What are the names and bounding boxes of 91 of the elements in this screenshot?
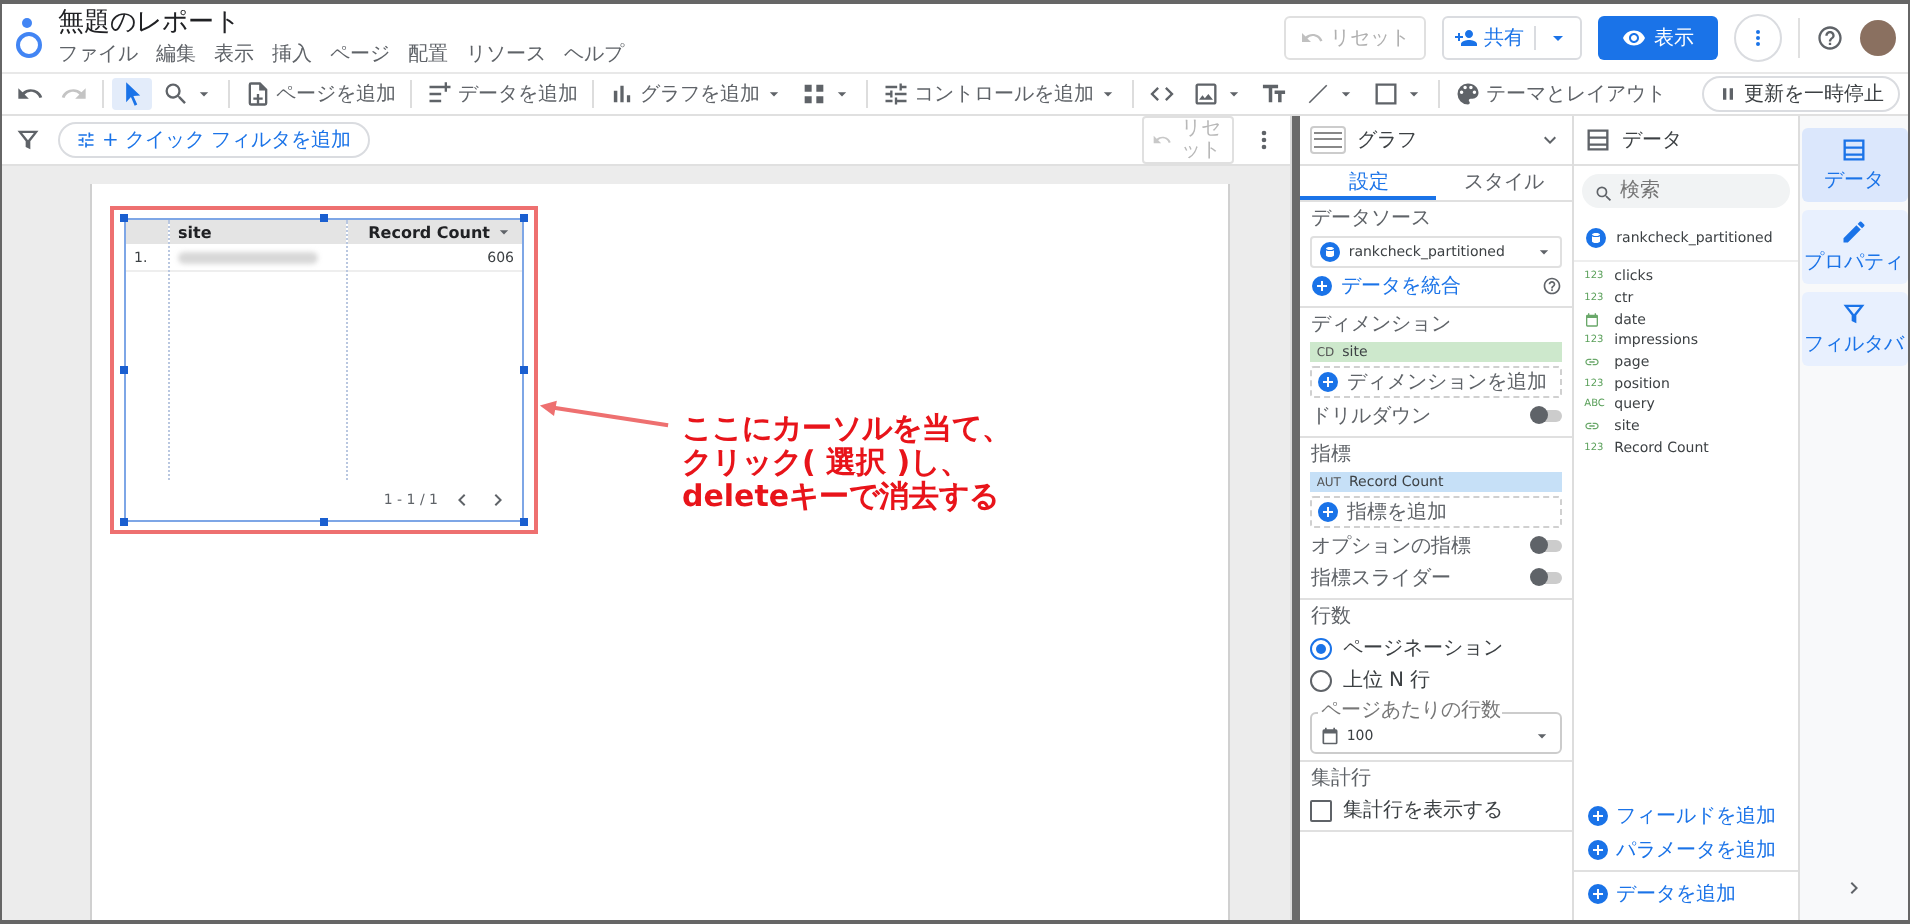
pause-icon <box>1718 84 1738 104</box>
toolbar-button[interactable]: グラフを追加 <box>602 78 790 110</box>
side-tab[interactable]: データ <box>1801 128 1908 202</box>
person-add-icon <box>1454 26 1478 50</box>
line-icon <box>1304 80 1332 108</box>
menu-item[interactable]: ページ <box>330 40 390 68</box>
page-plus-icon <box>244 80 272 108</box>
side-tab[interactable]: フィルタバ <box>1801 292 1908 366</box>
plus-icon <box>1586 804 1611 828</box>
radio-button[interactable] <box>1310 637 1333 659</box>
toggle-label: オプションの指標 <box>1310 533 1471 560</box>
annotation-text: ここにカーソルを当て、 クリック( 選択 )し、 deleteキーで消去する <box>682 412 1012 514</box>
database-icon <box>1584 226 1609 250</box>
menu-item[interactable]: ヘルプ <box>564 40 624 68</box>
calendar-icon <box>1584 311 1601 328</box>
pencil-icon <box>1840 218 1869 246</box>
search-field[interactable]: 検索 <box>1582 174 1791 208</box>
checkbox[interactable] <box>1310 799 1333 821</box>
menu-item[interactable]: ファイル <box>58 40 138 68</box>
section-label: 集計行 <box>1310 766 1373 792</box>
toggle-label: ドリルダウン <box>1310 404 1431 430</box>
plus-icon <box>1586 838 1611 862</box>
calendar-icon <box>1320 726 1341 746</box>
sliders-icon <box>882 80 910 108</box>
plus-icon <box>1310 274 1335 298</box>
view-button[interactable]: 表示 <box>1598 16 1718 60</box>
blend-data-button[interactable]: データを統合 <box>1310 272 1461 300</box>
link-icon <box>1584 418 1601 435</box>
section-label: データソース <box>1310 206 1433 232</box>
sliders-icon <box>76 130 96 150</box>
table-header-cell[interactable]: Record Count <box>348 220 522 244</box>
checkbox-label: 集計行を表示する <box>1342 797 1503 824</box>
toggle-switch[interactable] <box>1532 540 1563 552</box>
table-chart-icon[interactable] <box>1310 126 1347 154</box>
table-header-cell <box>126 220 168 244</box>
section-label: 行数 <box>1310 604 1353 630</box>
avatar[interactable] <box>1860 20 1896 56</box>
bar-chart-icon <box>608 80 636 108</box>
add-dimension-button[interactable]: ディメンションを追加 <box>1310 366 1563 398</box>
blurred-text <box>178 251 318 263</box>
quick-filter-button[interactable]: + クイック フィルタを追加 <box>58 122 370 158</box>
tab[interactable]: 設定 <box>1300 166 1437 200</box>
menu-item[interactable]: 挿入 <box>272 40 312 68</box>
toggle-label: 指標スライダー <box>1310 565 1451 592</box>
grid-icon <box>800 80 828 108</box>
radio-button[interactable] <box>1310 669 1333 691</box>
toolbar-button[interactable]: データを追加 <box>420 78 584 110</box>
image-icon <box>1192 80 1220 108</box>
table-header-cell[interactable]: site <box>170 220 346 244</box>
pause-updates-button[interactable]: 更新を一時停止 <box>1702 76 1900 112</box>
toggle-switch[interactable] <box>1532 410 1563 422</box>
tab[interactable]: スタイル <box>1436 166 1573 200</box>
database-icon <box>1318 240 1343 264</box>
toolbar-button[interactable]: コントロールを追加 <box>876 78 1124 110</box>
radio-label: 上位 N 行 <box>1342 667 1431 694</box>
report-title[interactable]: 無題のレポート <box>58 8 624 40</box>
toggle-switch[interactable] <box>1532 572 1563 584</box>
side-tab[interactable]: プロパティ <box>1801 210 1908 284</box>
plus-icon <box>1586 882 1611 906</box>
add-field-button[interactable]: フィールドを追加 <box>1582 802 1791 830</box>
palette-icon <box>1454 80 1482 108</box>
table-icon <box>1584 126 1613 154</box>
list-plus-icon <box>426 80 454 108</box>
filter-icon <box>1840 300 1869 328</box>
magnifier-icon <box>162 80 190 108</box>
menu-item[interactable]: 編集 <box>156 40 196 68</box>
menu-item[interactable]: 表示 <box>214 40 254 68</box>
toolbar-button[interactable]: テーマとレイアウト <box>1448 78 1672 110</box>
panel-title: データ <box>1622 128 1683 154</box>
menu-item[interactable]: リソース <box>466 40 546 68</box>
tool-button[interactable] <box>112 78 152 110</box>
help-icon[interactable] <box>1542 276 1563 296</box>
toolbar-button[interactable]: ページを追加 <box>238 78 402 110</box>
filter-icon <box>14 126 42 154</box>
menu-item[interactable]: 配置 <box>408 40 448 68</box>
radio-label: ページネーション <box>1342 636 1503 662</box>
logo-icon <box>14 18 42 58</box>
add-data-button[interactable]: データを追加 <box>1582 880 1741 908</box>
add-parameter-button[interactable]: パラメータを追加 <box>1582 836 1791 864</box>
plus-icon <box>1316 370 1341 394</box>
eye-icon <box>1622 26 1646 50</box>
table-icon <box>1840 136 1869 164</box>
share-button[interactable]: 共有 <box>1442 16 1582 60</box>
section-label: ディメンション <box>1310 312 1453 338</box>
add-metric-button[interactable]: 指標を追加 <box>1310 496 1563 528</box>
help-icon[interactable] <box>1816 24 1844 52</box>
text-icon <box>1260 80 1288 108</box>
chart-type-label: グラフ <box>1356 128 1417 154</box>
section-label: 指標 <box>1310 442 1353 468</box>
plus-icon <box>1316 500 1341 524</box>
link-icon <box>1584 354 1601 371</box>
